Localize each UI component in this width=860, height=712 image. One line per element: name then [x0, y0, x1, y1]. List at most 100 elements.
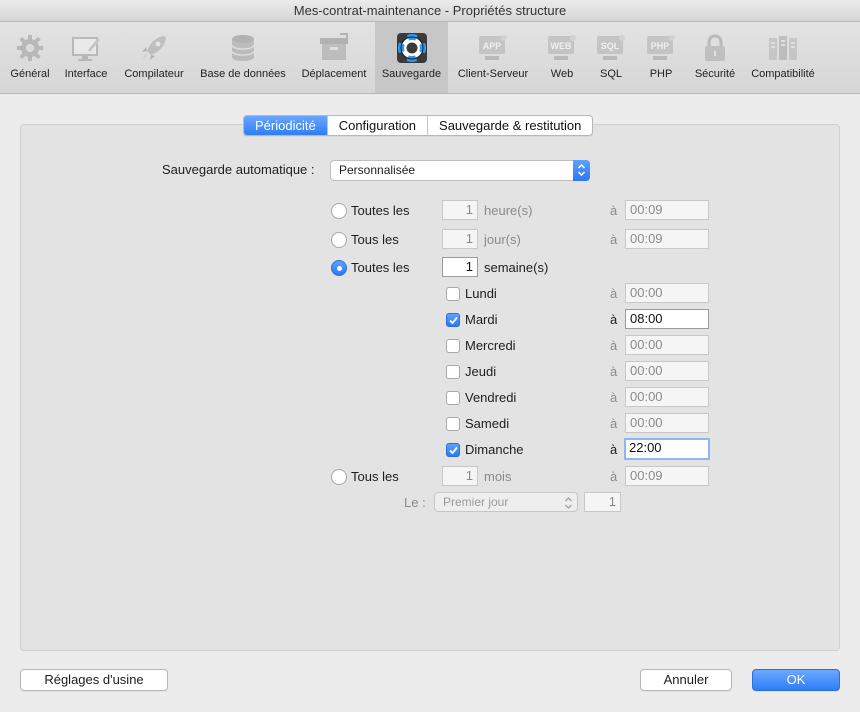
weekday-label: Vendredi: [465, 390, 517, 405]
window-title: Mes-contrat-maintenance - Propriétés str…: [0, 0, 860, 22]
jeudi-time-field[interactable]: 00:00: [625, 361, 709, 381]
rocket-icon: [142, 36, 166, 60]
auto-backup-select[interactable]: Personnalisée: [330, 160, 590, 181]
toolbar-item-client-serveur[interactable]: APP Client-Serveur: [451, 22, 535, 93]
toolbar-item-securite[interactable]: Sécurité: [689, 22, 741, 93]
tab-bar: Périodicité Configuration Sauvegarde & r…: [243, 115, 594, 136]
factory-settings-button[interactable]: Réglages d'usine: [20, 669, 168, 691]
hours-label: Toutes les: [351, 203, 410, 218]
days-at-label: à: [610, 232, 618, 247]
days-unit: jour(s): [484, 232, 521, 247]
radio-days[interactable]: [331, 232, 347, 248]
ok-button[interactable]: OK: [752, 669, 840, 691]
checkbox-mercredi[interactable]: [446, 339, 460, 353]
weeks-value-field[interactable]: 1: [442, 257, 478, 277]
tab-sauvegarde-restitution[interactable]: Sauvegarde & restitution: [428, 116, 592, 135]
days-label: Tous les: [351, 232, 399, 247]
cancel-button[interactable]: Annuler: [640, 669, 732, 691]
dimanche-time-field[interactable]: 22:00: [624, 438, 710, 460]
days-time-field[interactable]: 00:09: [625, 229, 709, 249]
tab-configuration[interactable]: Configuration: [328, 116, 429, 135]
weekday-at-label: à: [610, 416, 618, 431]
weekday-label: Mercredi: [465, 338, 516, 353]
toolbar-item-interface[interactable]: Interface: [58, 22, 114, 93]
radio-weeks[interactable]: [331, 260, 347, 276]
weekday-at-label: à: [610, 312, 618, 327]
toolbar-label: Général: [10, 68, 50, 80]
toolbar-item-sauvegarde[interactable]: Sauvegarde: [375, 22, 448, 93]
toolbar-item-php[interactable]: PHP PHP: [639, 22, 683, 93]
chevron-updown-icon: [565, 497, 572, 509]
hours-at-label: à: [610, 203, 618, 218]
toolbar-label: Sécurité: [694, 68, 736, 80]
box-icon: [320, 33, 348, 60]
properties-window: Mes-contrat-maintenance - Propriétés str…: [0, 0, 860, 712]
months-value-field[interactable]: 1: [442, 466, 478, 486]
toolbar-item-base-de-donnees[interactable]: Base de données: [194, 22, 292, 93]
checkmark-icon: [449, 446, 458, 455]
day-of-month-number-field[interactable]: 1: [584, 492, 621, 512]
php-badge: PHP: [651, 41, 670, 51]
checkbox-jeudi[interactable]: [446, 365, 460, 379]
hours-value-field[interactable]: 1: [442, 200, 478, 220]
toolbar-item-web[interactable]: WEB Web: [539, 22, 585, 93]
weekday-at-label: à: [610, 286, 618, 301]
compatibility-icon: [769, 36, 797, 60]
toolbar-item-compatibilite[interactable]: Compatibilité: [745, 22, 821, 93]
toolbar-item-deplacement[interactable]: Déplacement: [296, 22, 372, 93]
mercredi-time-field[interactable]: 00:00: [625, 335, 709, 355]
weekday-label: Dimanche: [465, 442, 524, 457]
checkbox-mardi[interactable]: [446, 313, 460, 327]
checkbox-lundi[interactable]: [446, 287, 460, 301]
months-at-label: à: [610, 469, 618, 484]
toolbar-label: Interface: [64, 68, 108, 80]
checkbox-vendredi[interactable]: [446, 391, 460, 405]
sql-server-icon: SQL: [597, 35, 625, 60]
mardi-time-field[interactable]: 08:00: [625, 309, 709, 329]
toolbar-label: SQL: [599, 68, 622, 80]
day-of-month-value: Premier jour: [443, 495, 509, 509]
day-of-month-label: Le :: [404, 495, 426, 510]
chevron-updown-icon: [573, 160, 590, 181]
vendredi-time-field[interactable]: 00:00: [625, 387, 709, 407]
auto-backup-label: Sauvegarde automatique :: [162, 162, 315, 177]
periodicity-panel: [20, 124, 840, 651]
days-value-field[interactable]: 1: [442, 229, 478, 249]
database-icon: [231, 35, 255, 61]
toolbar-item-general[interactable]: Général: [5, 22, 55, 93]
toolbar-label: Sauvegarde: [381, 68, 442, 80]
weekday-at-label: à: [610, 364, 618, 379]
samedi-time-field[interactable]: 00:00: [625, 413, 709, 433]
checkbox-samedi[interactable]: [446, 417, 460, 431]
toolbar-label: Compilateur: [124, 68, 184, 80]
weekday-label: Lundi: [465, 286, 497, 301]
gear-icon: [17, 35, 43, 61]
hours-unit: heure(s): [484, 203, 533, 218]
weekday-at-label: à: [610, 390, 618, 405]
lundi-time-field[interactable]: 00:00: [625, 283, 709, 303]
weekday-at-label: à: [610, 442, 618, 457]
radio-months[interactable]: [331, 469, 347, 485]
checkmark-icon: [449, 316, 458, 325]
php-server-icon: PHP: [647, 35, 675, 60]
toolbar-label: Déplacement: [301, 68, 367, 80]
interface-icon: [72, 37, 100, 61]
app-badge: APP: [483, 41, 502, 51]
lock-icon: [705, 34, 725, 61]
weekday-label: Jeudi: [465, 364, 497, 379]
day-of-month-select[interactable]: Premier jour: [434, 492, 578, 512]
hours-time-field[interactable]: 00:09: [625, 200, 709, 220]
toolbar: Général Interface Compilateur Base de do…: [0, 22, 860, 94]
sql-badge: SQL: [601, 41, 620, 51]
toolbar-label: Client-Serveur: [457, 68, 529, 80]
weeks-unit: semaine(s): [484, 260, 549, 275]
toolbar-item-compilateur[interactable]: Compilateur: [118, 22, 190, 93]
checkbox-dimanche[interactable]: [446, 443, 460, 457]
auto-backup-value: Personnalisée: [339, 163, 416, 177]
months-time-field[interactable]: 00:09: [625, 466, 709, 486]
tab-periodicite[interactable]: Périodicité: [244, 116, 328, 135]
weekday-label: Samedi: [465, 416, 510, 431]
radio-hours[interactable]: [331, 203, 347, 219]
toolbar-item-sql[interactable]: SQL SQL: [590, 22, 632, 93]
toolbar-label: PHP: [649, 68, 673, 80]
